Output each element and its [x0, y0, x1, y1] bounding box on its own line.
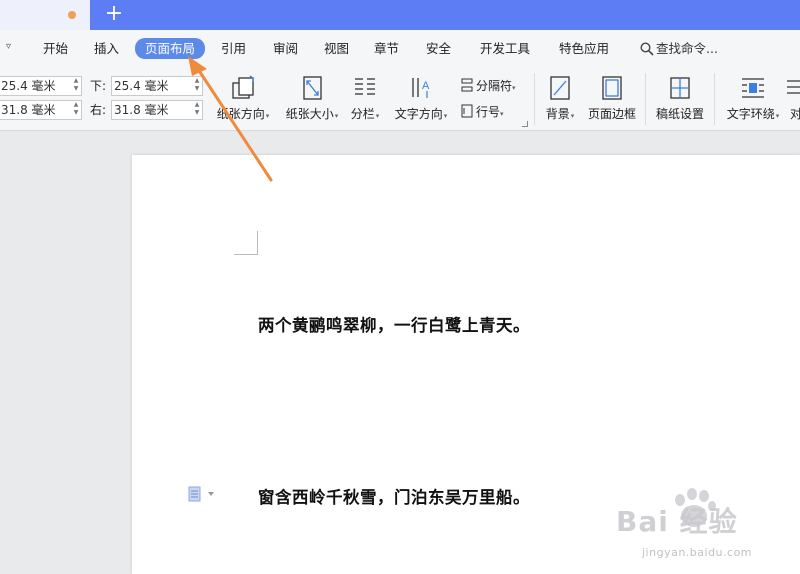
- columns-button[interactable]: 分栏▾: [346, 67, 384, 127]
- orientation-button[interactable]: 纸张方向▾: [210, 67, 276, 127]
- background-button[interactable]: 背景▾: [540, 67, 580, 127]
- tab-special-apps[interactable]: 特色应用: [559, 39, 609, 59]
- page-border-label: 页面边框: [587, 107, 636, 121]
- paper-size-button[interactable]: 纸张大小▾: [280, 67, 344, 127]
- chevron-down-icon: ▾: [570, 112, 575, 120]
- chevron-down-icon: ▾: [443, 112, 448, 120]
- manuscript-settings-button[interactable]: 稿纸设置: [650, 67, 710, 127]
- svg-text:A: A: [422, 80, 430, 92]
- text-wrap-icon: [742, 78, 764, 98]
- page-border-icon: [602, 76, 622, 100]
- watermark-site: jingyan.baidu.com: [642, 546, 753, 559]
- spinner-arrows-icon[interactable]: ▲ ▼: [72, 101, 80, 119]
- separator-label: 分隔符: [476, 79, 513, 93]
- chevron-down-icon: ▾: [375, 112, 380, 120]
- search-icon: [640, 42, 654, 56]
- manuscript-settings-label: 稿纸设置: [655, 107, 704, 121]
- bottom-margin-value: 25.4 毫米: [114, 79, 169, 93]
- chevron-down-icon: ▾: [500, 110, 504, 118]
- ribbon-toolbar: 25.4 毫米 ▲ ▼ 31.8 毫米 ▲ ▼ 下: 25.4 毫米 ▲ ▼ 右: 3…: [0, 67, 800, 131]
- bottom-margin-label: 下:: [90, 79, 107, 93]
- spinner-arrows-icon[interactable]: ▲ ▼: [72, 77, 80, 95]
- document-line-1[interactable]: 两个黄鹂鸣翠柳，一行白鹭上青天。: [258, 312, 530, 336]
- baidu-jingyan-watermark: Bai 经验 jingyan.baidu.com: [612, 486, 772, 566]
- spinner-arrows-icon[interactable]: ▲ ▼: [193, 101, 201, 119]
- separator-button[interactable]: 分隔符▾: [460, 77, 516, 97]
- new-tab-plus-icon[interactable]: +: [104, 2, 124, 26]
- right-margin-label: 右:: [90, 103, 107, 117]
- document-tab[interactable]: [0, 0, 90, 30]
- divider: [714, 73, 715, 125]
- text-direction-label: 文字方向: [394, 107, 443, 121]
- tab-security[interactable]: 安全: [426, 39, 451, 59]
- top-margin-input[interactable]: 25.4 毫米 ▲ ▼: [0, 76, 82, 96]
- page-border-button[interactable]: 页面边框: [584, 67, 640, 127]
- margin-corner-mark: [234, 231, 258, 255]
- document-line-2[interactable]: 窗含西岭千秋雪，门泊东吴万里船。: [258, 484, 530, 508]
- divider: [645, 73, 646, 125]
- paper-size-icon: [303, 76, 322, 100]
- tab-developer-tools[interactable]: 开发工具: [480, 39, 530, 59]
- tab-chapter[interactable]: 章节: [374, 39, 399, 59]
- line-number-button[interactable]: 行号▾: [460, 103, 504, 123]
- text-direction-icon: A: [412, 78, 430, 98]
- right-margin-input[interactable]: 31.8 毫米 ▲ ▼: [111, 100, 203, 120]
- line-number-icon: [461, 104, 473, 118]
- paper-size-label: 纸张大小: [285, 107, 334, 121]
- top-margin-value: 25.4 毫米: [1, 79, 56, 93]
- columns-label: 分栏: [350, 107, 375, 121]
- orientation-icon: [232, 75, 254, 99]
- align-icon: [787, 80, 800, 94]
- separator-icon: [461, 78, 473, 92]
- manuscript-grid-icon: [670, 77, 690, 99]
- tab-insert[interactable]: 插入: [94, 39, 119, 59]
- chevron-down-icon: ▾: [265, 112, 270, 120]
- tab-view[interactable]: 视图: [324, 39, 349, 59]
- align-button[interactable]: 对: [786, 67, 800, 127]
- background-icon: [550, 76, 570, 100]
- quick-access-dropdown-icon[interactable]: ▿: [6, 41, 11, 52]
- divider: [534, 73, 535, 125]
- left-margin-value: 31.8 毫米: [1, 103, 56, 117]
- unsaved-dot-icon: [68, 11, 76, 19]
- tab-page-layout[interactable]: 页面布局: [135, 38, 206, 59]
- orientation-label: 纸张方向: [216, 107, 265, 121]
- command-search-label: 查找命令...: [656, 41, 718, 56]
- dialog-launcher-icon[interactable]: [522, 121, 528, 127]
- line-number-label: 行号: [476, 105, 501, 119]
- chevron-down-icon: ▾: [775, 112, 780, 120]
- columns-icon: [355, 78, 375, 95]
- tab-review[interactable]: 审阅: [273, 39, 298, 59]
- chevron-down-icon: ▾: [512, 84, 516, 92]
- tab-home[interactable]: 开始: [43, 39, 68, 59]
- text-wrap-label: 文字环绕: [726, 107, 775, 121]
- left-margin-input[interactable]: 31.8 毫米 ▲ ▼: [0, 100, 82, 120]
- menu-bar: ▿ 开始 插入 页面布局 引用 审阅 视图 章节 安全 开发工具 特色应用 查找…: [0, 30, 800, 67]
- right-margin-value: 31.8 毫米: [114, 103, 169, 117]
- text-wrap-button[interactable]: 文字环绕▾: [720, 67, 786, 127]
- chevron-down-icon: ▾: [334, 112, 339, 120]
- title-bar: +: [0, 0, 800, 30]
- tab-references[interactable]: 引用: [221, 39, 246, 59]
- text-direction-button[interactable]: A 文字方向▾: [390, 67, 452, 127]
- align-label: 对: [790, 107, 800, 121]
- command-search[interactable]: 查找命令...: [640, 39, 718, 59]
- spinner-arrows-icon[interactable]: ▲ ▼: [193, 77, 201, 95]
- bottom-margin-input[interactable]: 25.4 毫米 ▲ ▼: [111, 76, 203, 96]
- watermark-brand: Bai 经验: [616, 505, 738, 538]
- paragraph-layout-icon[interactable]: [188, 486, 218, 502]
- background-label: 背景: [545, 107, 570, 121]
